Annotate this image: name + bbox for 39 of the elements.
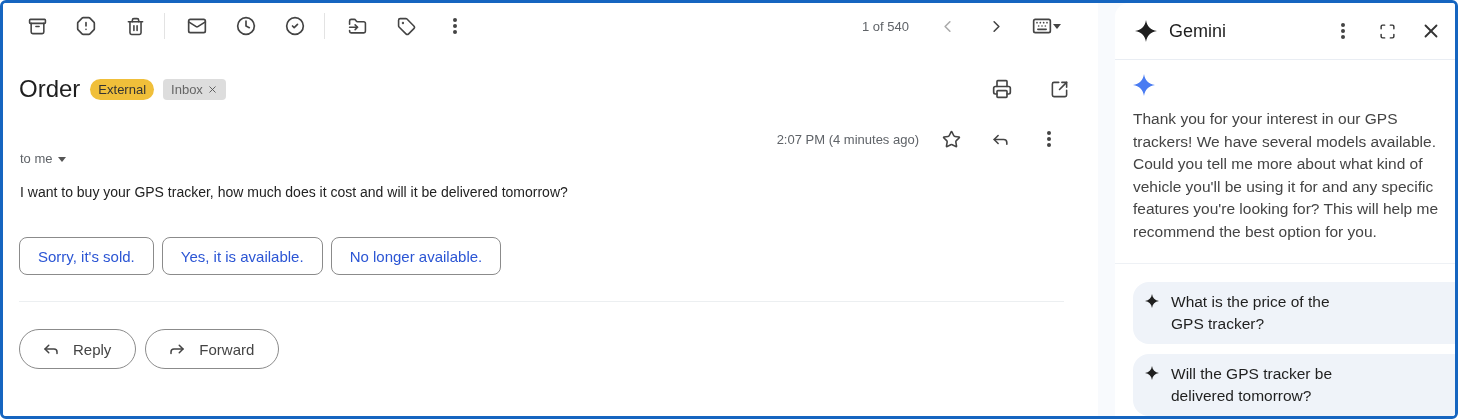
- delete-icon: [125, 16, 145, 36]
- remove-label-button[interactable]: [206, 83, 218, 95]
- open-in-new-window-icon: [1049, 79, 1069, 99]
- mark-unread-icon: [187, 16, 207, 36]
- more-icon: [453, 18, 457, 34]
- tag-icon: [396, 16, 416, 36]
- sparkle-icon: [1145, 294, 1159, 308]
- more-icon: [1341, 23, 1345, 39]
- message-counter: 1 of 540: [862, 18, 909, 34]
- keyboard-icon: [1032, 16, 1052, 36]
- suggestion-chip[interactable]: Will the GPS tracker be delivered tomorrow?: [1133, 354, 1455, 416]
- clock-icon: [236, 16, 256, 36]
- caret-icon: [1052, 21, 1062, 31]
- smart-reply-button[interactable]: No longer available.: [330, 237, 502, 275]
- forward-button[interactable]: Forward: [145, 329, 280, 369]
- move-to-icon: [347, 16, 367, 36]
- add-task-icon: [285, 16, 305, 36]
- star-icon: [941, 129, 961, 149]
- archive-icon: [27, 16, 47, 36]
- sparkle-icon: [1135, 20, 1157, 42]
- label-tag: Inbox: [163, 78, 226, 100]
- sparkle-icon: [1133, 74, 1155, 96]
- printer-icon: [992, 79, 1012, 99]
- message-time: 2:07 PM (4 minutes ago): [776, 131, 919, 147]
- close-icon: [206, 83, 218, 95]
- gemini-response: Thank you for your interest in our GPS trackers! We have several models available. Could you tell me more about what kind of vehicle you'll be using it for and any specific features you're looking for? This will help me recommend the best option for you.: [1133, 109, 1440, 242]
- suggestion-chip[interactable]: What is the price of the GPS tracker?: [1133, 282, 1455, 344]
- recipient-dropdown[interactable]: to me: [17, 151, 67, 166]
- sparkle-icon: [1145, 366, 1159, 380]
- report-spam-icon: [76, 16, 96, 36]
- email-subject: Order: [19, 75, 81, 103]
- label-tag: External: [90, 78, 155, 100]
- message-body: I want to buy your GPS tracker, how much does it cost and will it be delivered tomorrow?: [20, 184, 569, 200]
- expand-icon: [1378, 22, 1396, 40]
- smart-reply-button[interactable]: Sorry, it's sold.: [19, 237, 154, 275]
- reply-action-button[interactable]: Reply: [19, 329, 137, 369]
- panel-title: Gemini: [1169, 20, 1226, 42]
- smart-reply-button[interactable]: Yes, it is available.: [161, 237, 323, 275]
- more-icon: [1047, 131, 1051, 147]
